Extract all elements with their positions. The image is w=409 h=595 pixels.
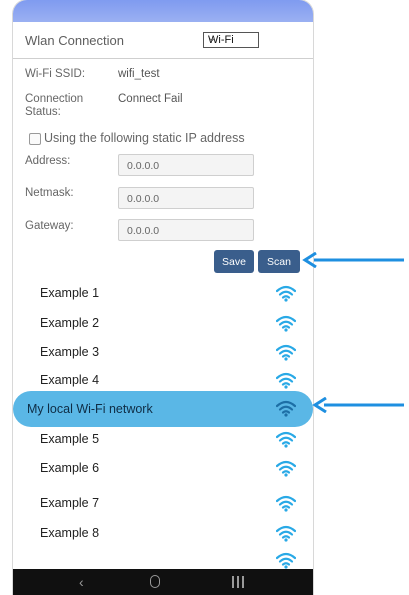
navigation-bar: ‹ xyxy=(13,569,313,595)
netmask-label: Netmask: xyxy=(25,187,74,199)
back-icon[interactable]: ‹ xyxy=(79,574,84,590)
network-item[interactable]: Example 5 xyxy=(13,428,313,452)
gateway-input-value: 0.0.0.0 xyxy=(127,225,160,237)
network-item[interactable]: Example 6 xyxy=(13,457,313,481)
network-pointer-arrow-icon xyxy=(312,397,404,413)
network-item[interactable]: Example 3 xyxy=(13,341,313,365)
network-item[interactable]: Example 1 xyxy=(13,282,313,306)
chevron-down-icon: ⌄ xyxy=(208,33,217,44)
wifi-signal-icon xyxy=(275,400,297,417)
scan-button[interactable]: Scan xyxy=(258,250,300,273)
network-item[interactable]: Example 7 xyxy=(13,492,313,516)
netmask-input-value: 0.0.0.0 xyxy=(127,193,160,205)
wifi-signal-icon xyxy=(275,372,297,389)
save-button[interactable]: Save xyxy=(214,250,254,273)
gateway-input[interactable]: 0.0.0.0 xyxy=(118,219,254,241)
address-input[interactable]: 0.0.0.0 xyxy=(118,154,254,176)
address-input-value: 0.0.0.0 xyxy=(127,160,160,172)
status-label: Connection Status: xyxy=(25,93,84,118)
phone-screen: Wlan Connection Wi-Fi ⌄ Wi-Fi SSID: wifi… xyxy=(13,0,313,595)
network-name: Example 6 xyxy=(40,461,100,475)
static-ip-checkbox[interactable] xyxy=(29,133,41,145)
network-name: My local Wi-Fi network xyxy=(27,402,153,416)
network-name: Example 5 xyxy=(40,432,100,446)
wifi-signal-icon xyxy=(275,285,297,302)
network-item[interactable]: Example 4 xyxy=(13,369,313,393)
status-bar xyxy=(13,0,313,22)
address-label: Address: xyxy=(25,155,71,167)
wifi-signal-icon xyxy=(275,344,297,361)
wifi-signal-icon xyxy=(275,552,297,569)
network-item[interactable]: Example 2 xyxy=(13,312,313,336)
static-ip-checkbox-label: Using the following static IP address xyxy=(44,131,245,145)
wifi-signal-icon xyxy=(275,525,297,542)
network-name: Example 7 xyxy=(40,496,100,510)
ssid-label: Wi-Fi SSID: xyxy=(25,68,86,80)
network-name: Example 8 xyxy=(40,526,100,540)
wifi-signal-icon xyxy=(275,315,297,332)
status-value: Connect Fail xyxy=(118,93,183,105)
gateway-label: Gateway: xyxy=(25,220,74,232)
header-row: Wlan Connection Wi-Fi ⌄ xyxy=(13,22,313,59)
network-item[interactable]: Example 8 xyxy=(13,522,313,546)
network-name: Example 4 xyxy=(40,373,100,387)
wifi-signal-icon xyxy=(275,431,297,448)
network-item-selected[interactable]: My local Wi-Fi network xyxy=(13,391,313,427)
netmask-input[interactable]: 0.0.0.0 xyxy=(118,187,254,209)
ssid-value: wifi_test xyxy=(118,68,160,80)
recent-apps-icon[interactable] xyxy=(232,576,244,588)
scan-pointer-arrow-icon xyxy=(302,252,404,268)
connection-mode-select[interactable]: Wi-Fi ⌄ xyxy=(203,32,259,48)
network-name: Example 1 xyxy=(40,286,100,300)
home-icon[interactable] xyxy=(150,575,160,588)
wifi-signal-icon xyxy=(275,460,297,477)
network-name: Example 2 xyxy=(40,316,100,330)
page-title: Wlan Connection xyxy=(25,33,124,48)
network-name: Example 3 xyxy=(40,345,100,359)
wifi-signal-icon xyxy=(275,495,297,512)
